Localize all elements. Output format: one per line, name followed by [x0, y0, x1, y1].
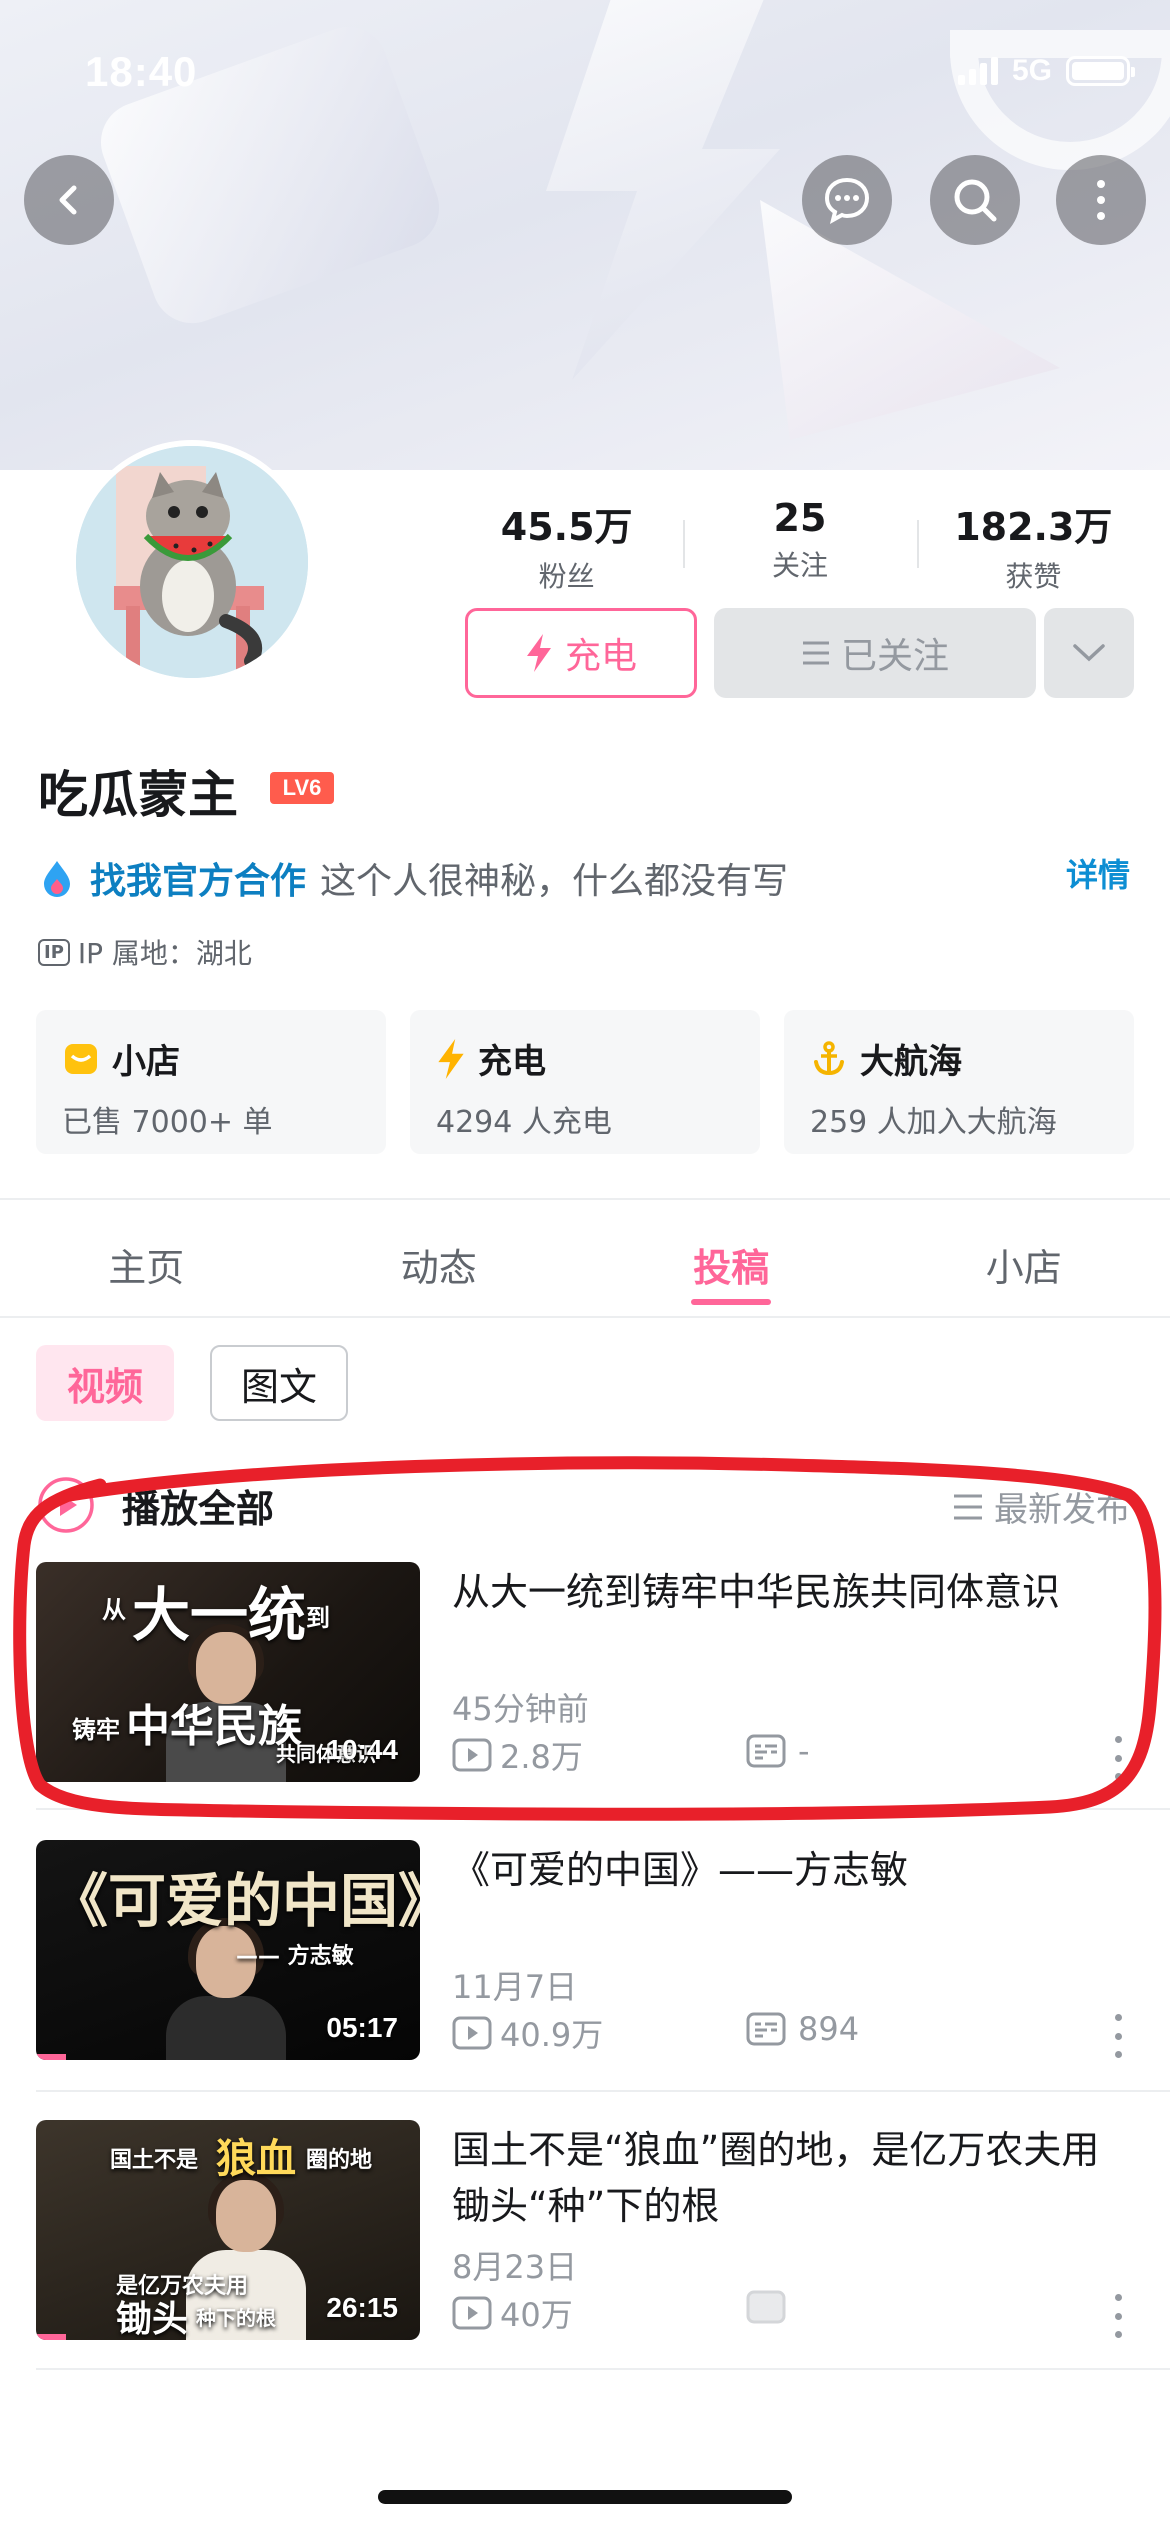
back-icon — [59, 185, 77, 215]
anchor-icon — [814, 1040, 844, 1075]
thumb-text: 种下的根 — [196, 2306, 276, 2330]
play-count-icon — [452, 2016, 492, 2050]
video-item[interactable]: 《可爱的中国》 —— 方志敏 05:17 《可爱的中国》——方志敏 11月7日 … — [36, 1840, 1136, 2060]
danmaku-icon — [746, 2012, 786, 2046]
search-button[interactable] — [930, 155, 1020, 245]
avatar[interactable] — [70, 440, 314, 684]
video-duration: 26:15 — [326, 2292, 398, 2323]
charge-card[interactable]: 充电 4294 人充电 — [410, 1010, 760, 1154]
video-danmaku: 894 — [746, 2010, 859, 2048]
voyage-card[interactable]: 大航海 259 人加入大航海 — [784, 1010, 1134, 1154]
network-type: 5G — [1011, 54, 1052, 87]
video-title[interactable]: 《可爱的中国》——方志敏 — [452, 1842, 1132, 1898]
message-icon — [824, 177, 870, 224]
tab-shop[interactable]: 小店 — [878, 1215, 1170, 1313]
profile-tabs: 主页 动态 投稿 小店 — [0, 1215, 1170, 1313]
red-highlight-annotation — [13, 1456, 1162, 1821]
shop-icon — [65, 1043, 97, 1074]
chevron-down-icon — [1073, 644, 1105, 662]
user-signature: 这个人很神秘，什么都没有写 — [320, 861, 789, 902]
lightning-icon — [438, 1038, 464, 1079]
lightning-icon — [526, 634, 551, 672]
video-more-icon[interactable] — [1108, 2014, 1128, 2058]
video-plays: 40.9万 — [452, 2010, 603, 2056]
shop-card-subtitle: 已售 7000+ 单 — [62, 1105, 273, 1140]
status-time: 18:40 — [85, 48, 198, 95]
tabs-divider — [0, 1316, 1170, 1318]
list-divider — [36, 2090, 1170, 2092]
charge-button[interactable]: 充电 — [465, 608, 697, 698]
stat-following[interactable]: 25 关注 — [683, 496, 916, 595]
ip-location: IP IP 属地：湖北 — [38, 932, 252, 972]
video-date: 8月23日 — [452, 2248, 578, 2286]
charge-button-label: 充电 — [564, 636, 637, 677]
home-indicator[interactable] — [378, 2490, 792, 2504]
video-thumbnail[interactable]: 《可爱的中国》 —— 方志敏 05:17 — [36, 1840, 420, 2060]
thumb-text: —— 方志敏 — [236, 1944, 354, 1969]
status-indicators: 5G — [957, 54, 1135, 88]
official-cooperation-link[interactable]: 找我官方合作 — [90, 852, 306, 904]
thumb-text: 锄头 — [116, 2299, 189, 2340]
section-divider — [0, 1198, 1170, 1200]
signal-icon — [957, 57, 998, 85]
danmaku-icon — [746, 2290, 786, 2324]
following-label: 关注 — [771, 549, 828, 582]
likes-count: 182.3万 — [954, 505, 1113, 549]
danmaku-count: 894 — [798, 2010, 860, 2048]
charge-card-subtitle: 4294 人充电 — [436, 1105, 612, 1140]
user-name: 吃瓜蒙主 — [38, 766, 238, 824]
ip-location-text: IP 属地：湖北 — [77, 937, 252, 970]
likes-label: 获赞 — [1005, 560, 1062, 593]
followed-button[interactable]: 已关注 — [714, 608, 1036, 698]
tab-uploads[interactable]: 投稿 — [585, 1215, 878, 1313]
tab-home[interactable]: 主页 — [0, 1215, 293, 1313]
thumb-text: 狼血 — [216, 2136, 296, 2182]
list-divider — [36, 2368, 1170, 2370]
fans-count: 45.5万 — [500, 505, 633, 549]
voyage-card-title: 大航海 — [860, 1042, 962, 1082]
more-vertical-icon — [1097, 180, 1105, 220]
charge-card-title: 充电 — [478, 1042, 546, 1082]
cat-watermelon-avatar-icon — [76, 446, 308, 678]
ip-badge-icon: IP — [38, 938, 70, 966]
fans-label: 粉丝 — [538, 560, 595, 593]
stat-fans[interactable]: 45.5万 粉丝 — [450, 496, 683, 595]
battery-icon — [1066, 56, 1135, 86]
tab-dynamic[interactable]: 动态 — [293, 1215, 586, 1313]
filter-video[interactable]: 视频 — [36, 1345, 174, 1421]
bio-row: 找我官方合作 这个人很神秘，什么都没有写 — [38, 852, 788, 904]
video-thumbnail[interactable]: 国土不是 狼血 圈的地 是亿万农夫用 锄头 种下的根 26:15 — [36, 2120, 420, 2340]
play-count: 40.9万 — [500, 2016, 604, 2054]
follow-options-button[interactable] — [1044, 608, 1134, 698]
detail-link[interactable]: 详情 — [1066, 850, 1130, 896]
play-count-icon — [452, 2296, 492, 2330]
more-button[interactable] — [1056, 155, 1146, 245]
video-title[interactable]: 国土不是“狼血”圈的地，是亿万农夫用锄头“种”下的根 — [452, 2122, 1132, 2234]
level-badge: LV6 — [270, 772, 334, 804]
feature-cards: 小店 已售 7000+ 单 充电 4294 人充电 大航海 259 人加入大航海 — [36, 1010, 1134, 1154]
official-drop-icon — [44, 861, 70, 897]
message-button[interactable] — [802, 155, 892, 245]
following-count: 25 — [773, 496, 827, 540]
video-date: 11月7日 — [452, 1968, 578, 2006]
video-more-icon[interactable] — [1108, 2294, 1128, 2338]
voyage-card-subtitle: 259 人加入大航海 — [810, 1105, 1057, 1140]
stat-likes[interactable]: 182.3万 获赞 — [916, 496, 1150, 595]
search-icon — [954, 179, 997, 222]
shop-card-title: 小店 — [112, 1042, 180, 1082]
followed-button-label: 已关注 — [840, 636, 949, 677]
menu-lines-icon — [802, 641, 829, 665]
shop-card[interactable]: 小店 已售 7000+ 单 — [36, 1010, 386, 1154]
profile-stats: 45.5万 粉丝 25 关注 182.3万 获赞 — [450, 496, 1150, 595]
back-button[interactable] — [24, 155, 114, 245]
thumb-text: 国土不是 — [110, 2148, 199, 2173]
thumb-text: 《可爱的中国》 — [50, 1867, 420, 1935]
video-duration: 05:17 — [326, 2012, 398, 2043]
thumb-text: 圈的地 — [306, 2148, 373, 2173]
filter-article[interactable]: 图文 — [210, 1345, 348, 1421]
play-count: 40万 — [500, 2296, 573, 2334]
video-item[interactable]: 国土不是 狼血 圈的地 是亿万农夫用 锄头 种下的根 26:15 国土不是“狼血… — [36, 2120, 1136, 2340]
video-danmaku — [746, 2290, 798, 2324]
video-plays: 40万 — [452, 2290, 573, 2336]
